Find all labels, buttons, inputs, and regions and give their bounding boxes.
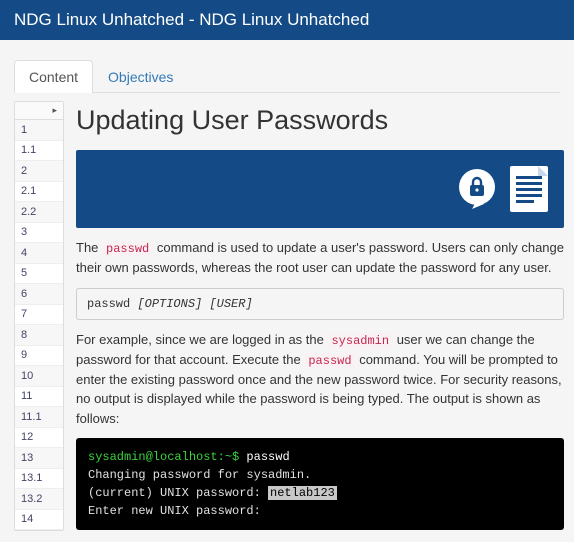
toc-item[interactable]: 5: [15, 264, 63, 285]
paragraph-2: For example, since we are logged in as t…: [76, 330, 564, 429]
toc-item[interactable]: 13.1: [15, 469, 63, 490]
code-passwd-2: passwd: [304, 353, 355, 369]
document-icon: [508, 164, 550, 214]
page-title: Updating User Passwords: [76, 105, 564, 136]
toc-item[interactable]: 2.1: [15, 182, 63, 203]
topic-banner: [76, 150, 564, 228]
toc-item[interactable]: 11.1: [15, 407, 63, 428]
toc-item[interactable]: 3: [15, 223, 63, 244]
toc-item[interactable]: 8: [15, 325, 63, 346]
content-panel: Updating User Passwords: [76, 101, 564, 531]
tabs: Content Objectives: [14, 60, 560, 93]
toc-item[interactable]: 6: [15, 284, 63, 305]
toc-sidebar: ▸ 1 1.1 2 2.1 2.2 3 4 5 6 7 8 9 10 11 11…: [14, 101, 64, 531]
toc-item[interactable]: 2.2: [15, 202, 63, 223]
toc-item[interactable]: 9: [15, 346, 63, 367]
toc-item[interactable]: 4: [15, 243, 63, 264]
toc-item[interactable]: 12: [15, 428, 63, 449]
tab-content[interactable]: Content: [14, 60, 93, 93]
term-highlight: netlab123: [268, 486, 337, 500]
toc-item[interactable]: 14: [15, 510, 63, 531]
term-line: Changing password for sysadmin.: [88, 466, 552, 484]
tab-objectives[interactable]: Objectives: [93, 60, 188, 93]
code-sysadmin: sysadmin: [327, 333, 393, 349]
toc-item[interactable]: 15: [15, 530, 63, 531]
syntax-box: passwd [OPTIONS] [USER]: [76, 288, 564, 320]
term-line: (current) UNIX password: netlab123: [88, 484, 552, 502]
terminal-output: sysadmin@localhost:~$ passwd Changing pa…: [76, 438, 564, 530]
toc-item[interactable]: 13.2: [15, 489, 63, 510]
term-command: passwd: [239, 450, 289, 464]
toc-item[interactable]: 13: [15, 448, 63, 469]
toc-collapse-button[interactable]: ▸: [15, 102, 63, 120]
term-line: Enter new UNIX password:: [88, 502, 552, 520]
toc-item[interactable]: 7: [15, 305, 63, 326]
page-header: NDG Linux Unhatched - NDG Linux Unhatche…: [0, 0, 574, 40]
toc-item[interactable]: 1.1: [15, 141, 63, 162]
lock-speech-icon: [454, 166, 500, 212]
header-title: NDG Linux Unhatched - NDG Linux Unhatche…: [14, 10, 369, 29]
toc-item[interactable]: 1: [15, 120, 63, 141]
chevron-right-icon: ▸: [52, 105, 57, 116]
term-prompt: sysadmin@localhost:~$: [88, 450, 239, 464]
code-passwd: passwd: [102, 241, 153, 257]
toc-item[interactable]: 2: [15, 161, 63, 182]
toc-item[interactable]: 11: [15, 387, 63, 408]
toc-item[interactable]: 10: [15, 366, 63, 387]
paragraph-1: The passwd command is used to update a u…: [76, 238, 564, 278]
